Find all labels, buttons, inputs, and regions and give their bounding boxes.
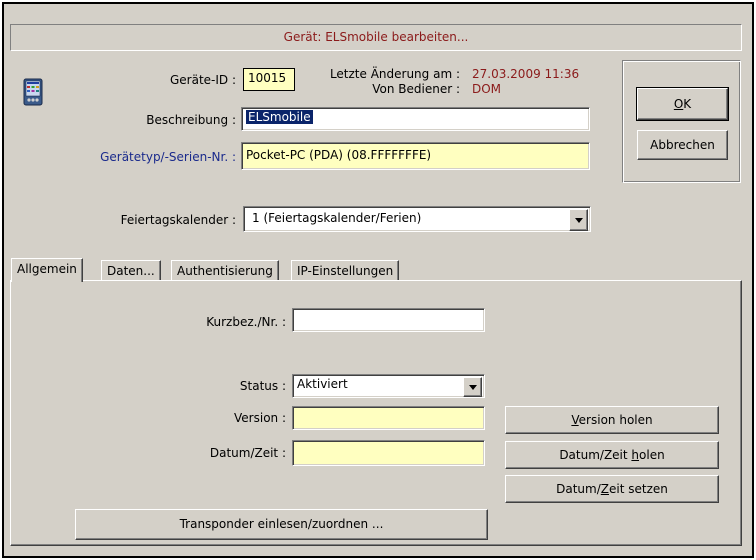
get-version-accel: V (571, 413, 579, 427)
tab-daten[interactable]: Daten... (101, 260, 161, 281)
version-field[interactable] (292, 406, 485, 430)
holiday-dropdown-button[interactable] (569, 209, 588, 231)
operator-value: DOM (472, 82, 502, 96)
set-datetime-accel: Z (600, 482, 609, 496)
last-change-label: Letzte Änderung am : (329, 67, 460, 81)
get-datetime-pre: Datum/Zeit (559, 448, 632, 462)
tab-ip-einstellungen[interactable]: IP-Einstellungen (291, 260, 400, 281)
device-type-label: Gerätetyp/-Serien-Nr. : (100, 150, 236, 164)
transponder-button[interactable]: Transponder einlesen/zuordnen ... (75, 509, 488, 540)
version-label: Version : (234, 411, 286, 425)
datetime-label: Datum/Zeit : (209, 446, 286, 460)
status-select[interactable]: Aktiviert (292, 374, 485, 398)
ok-rest: K (683, 97, 692, 111)
cancel-button[interactable]: Abbrechen (637, 130, 728, 160)
status-value: Aktiviert (297, 377, 348, 391)
ok-accel: O (673, 97, 684, 111)
status-dropdown-button[interactable] (463, 377, 482, 397)
description-label: Beschreibung : (146, 113, 236, 127)
device-id-label: Geräte-ID : (169, 73, 236, 87)
set-datetime-pre: Datum/ (556, 482, 601, 496)
description-selected-text: ELSmobile (246, 110, 313, 124)
status-label: Status : (239, 379, 286, 393)
operator-label: Von Bediener : (372, 82, 460, 96)
description-input[interactable]: ELSmobile (241, 107, 590, 131)
short-name-input[interactable] (292, 308, 485, 332)
dialog-title: Gerät: ELSmobile bearbeiten... (10, 24, 742, 51)
device-type-field[interactable]: Pocket-PC (PDA) (08.FFFFFFFE) (241, 142, 590, 170)
chevron-down-icon (468, 385, 477, 390)
pda-device-icon (23, 78, 43, 106)
tab-authentisierung[interactable]: Authentisierung (171, 260, 279, 281)
set-datetime-button[interactable]: Datum/Zeit setzen (505, 475, 719, 503)
get-version-rest: ersion holen (578, 413, 653, 427)
short-name-label: Kurzbez./Nr. : (206, 315, 286, 329)
get-datetime-rest: olen (639, 448, 665, 462)
get-datetime-accel: h (631, 448, 640, 462)
get-datetime-button[interactable]: Datum/Zeit holen (505, 441, 719, 469)
datetime-field[interactable] (292, 440, 485, 466)
ok-button[interactable]: OK (636, 87, 729, 121)
get-version-button[interactable]: Version holen (505, 406, 719, 434)
tab-allgemein[interactable]: Allgemein (11, 258, 83, 282)
holiday-calendar-value: 1 (Feiertagskalender/Ferien) (252, 211, 422, 225)
action-button-group (622, 60, 741, 183)
chevron-down-icon (574, 218, 583, 223)
holiday-calendar-select[interactable]: 1 (Feiertagskalender/Ferien) (243, 206, 591, 232)
last-change-value: 27.03.2009 11:36 (472, 67, 580, 81)
set-datetime-rest: eit setzen (609, 482, 668, 496)
holiday-calendar-label: Feiertagskalender : (120, 213, 236, 227)
device-id-field[interactable]: 10015 (243, 68, 295, 91)
